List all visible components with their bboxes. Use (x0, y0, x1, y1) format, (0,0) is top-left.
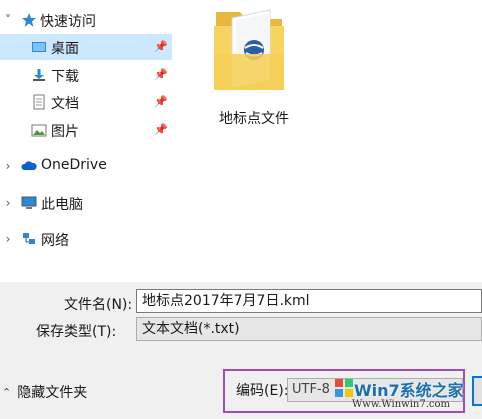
encoding-label: 编码(E): (236, 383, 289, 399)
encoding-highlight: 编码(E): UTF-8 (223, 369, 465, 413)
nav-label: 图片 (51, 124, 79, 140)
nav-item-quick-access[interactable]: ˅ 快速访问 (0, 7, 172, 33)
filetype-label: 保存类型(T): (36, 324, 117, 340)
save-button[interactable] (472, 376, 482, 406)
nav-label: 桌面 (51, 41, 79, 57)
pin-icon[interactable]: 📌 (154, 95, 168, 109)
save-form: 文件名(N): 地标点2017年7月7日.kml 保存类型(T): 文本文档(*… (0, 282, 482, 419)
pin-icon[interactable]: 📌 (154, 68, 168, 82)
nav-label: OneDrive (41, 157, 107, 173)
filename-input[interactable]: 地标点2017年7月7日.kml (136, 289, 482, 313)
chevron-down-icon[interactable]: ˅ (2, 13, 14, 27)
nav-item-downloads[interactable]: 下载 📌 (0, 62, 172, 88)
nav-label: 下载 (51, 69, 79, 85)
pin-icon[interactable]: 📌 (154, 40, 168, 54)
download-icon (31, 67, 47, 83)
nav-item-network[interactable]: › 网络 (0, 226, 172, 252)
cloud-icon (21, 158, 37, 174)
document-icon (31, 94, 47, 110)
file-item[interactable]: 地标点文件 (210, 4, 298, 134)
picture-icon (31, 122, 47, 138)
nav-label: 快速访问 (40, 14, 96, 30)
file-list: 地标点文件 (172, 0, 482, 282)
hide-folders-toggle[interactable]: ⌃ 隐藏文件夹 (2, 382, 87, 402)
desktop-icon (31, 39, 47, 55)
encoding-select[interactable]: UTF-8 (287, 378, 463, 402)
file-name: 地标点文件 (219, 111, 289, 127)
computer-icon (21, 195, 37, 211)
chevron-right-icon[interactable]: › (2, 159, 14, 173)
chevron-up-icon: ⌃ (2, 385, 12, 399)
network-icon (21, 231, 37, 247)
chevron-right-icon[interactable]: › (2, 232, 14, 246)
nav-item-this-pc[interactable]: › 此电脑 (0, 190, 172, 216)
nav-item-documents[interactable]: 文档 📌 (0, 89, 172, 115)
nav-label: 网络 (41, 233, 69, 249)
folder-icon (214, 9, 284, 90)
nav-label: 此电脑 (41, 197, 83, 213)
nav-item-onedrive[interactable]: › OneDrive (0, 153, 172, 179)
hide-folders-label: 隐藏文件夹 (17, 385, 88, 401)
pin-icon[interactable]: 📌 (154, 123, 168, 137)
nav-item-pictures[interactable]: 图片 📌 (0, 117, 172, 143)
nav-label: 文档 (51, 96, 79, 112)
nav-item-desktop[interactable]: 桌面 📌 (0, 34, 172, 60)
navigation-pane: ˅ 快速访问 桌面 📌 下载 📌 文档 📌 图片 📌 › OneDrive › … (0, 0, 172, 282)
chevron-right-icon[interactable]: › (2, 196, 14, 210)
filetype-select[interactable]: 文本文档(*.txt) (136, 317, 482, 341)
star-icon (21, 12, 37, 28)
filename-label: 文件名(N): (64, 297, 133, 313)
